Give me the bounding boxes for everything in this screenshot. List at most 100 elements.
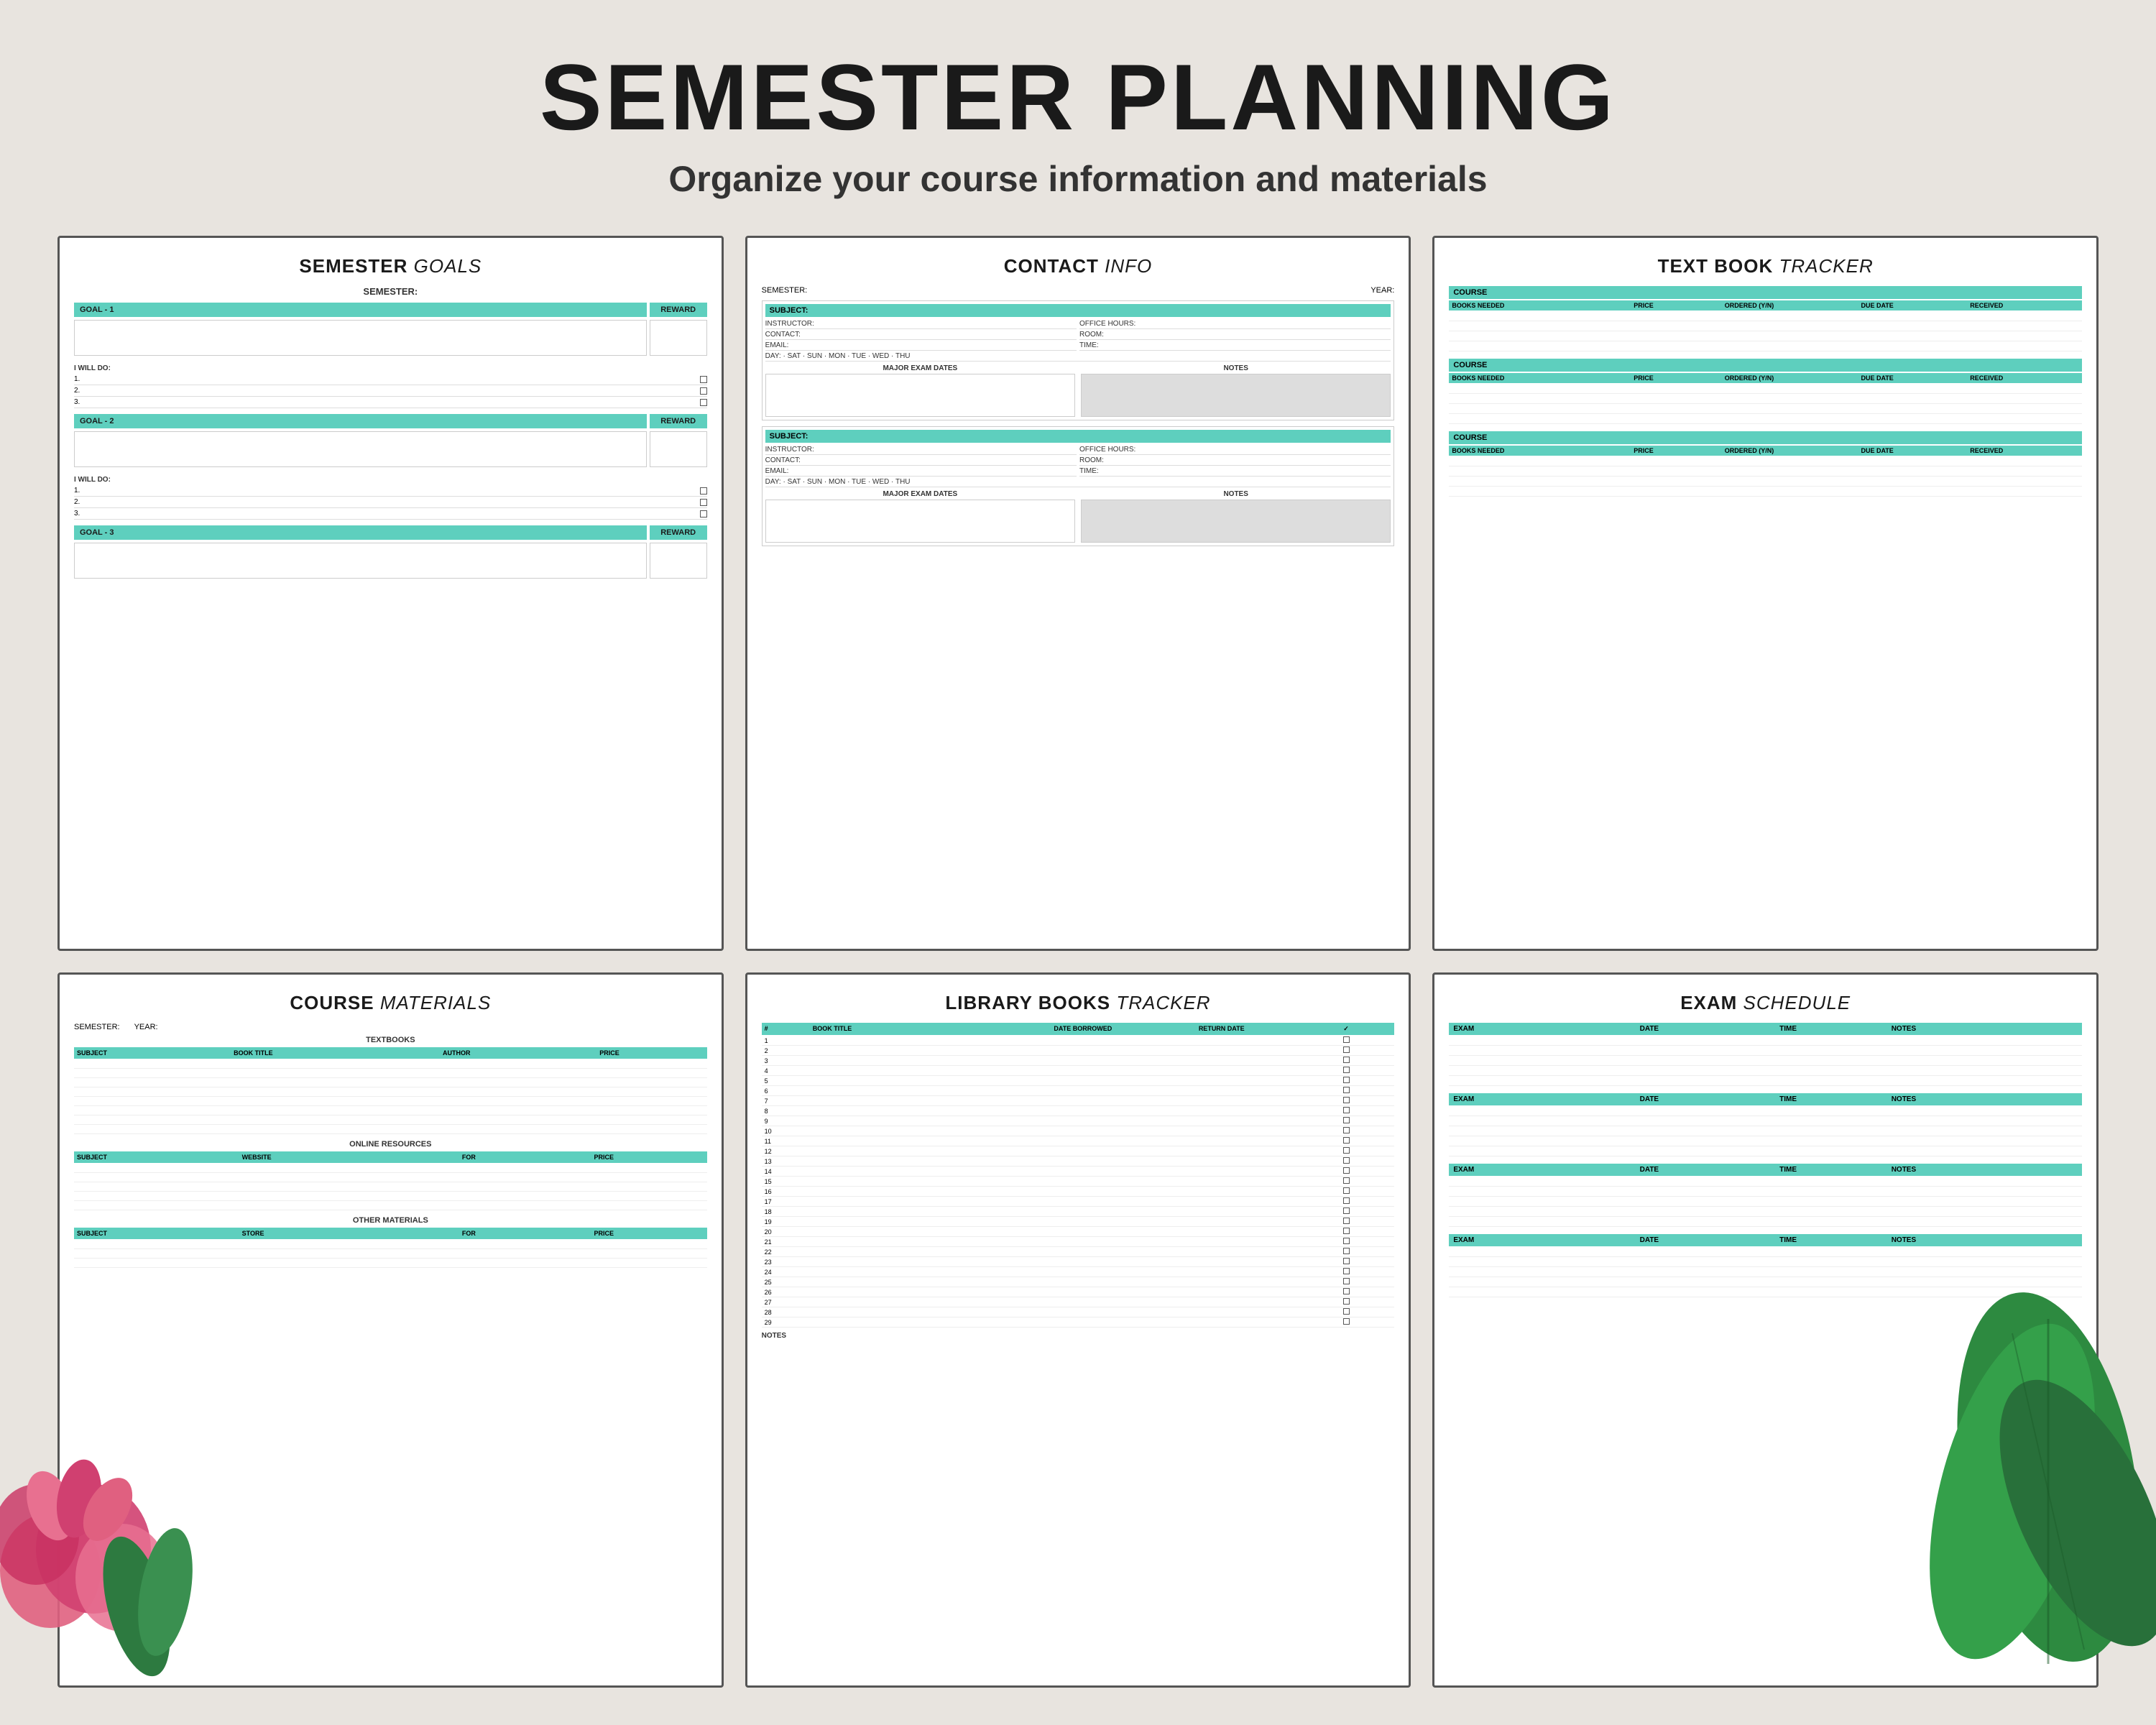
contact-block-2: SUBJECT: INSTRUCTOR: OFFICE HOURS: CONTA… — [762, 426, 1395, 546]
tracker-section-1: COURSE BOOKS NEEDEDPRICEORDERED (Y/N)DUE… — [1449, 286, 2082, 351]
office-hours-field: OFFICE HOURS: — [1079, 320, 1391, 329]
tracker-header-2: BOOKS NEEDEDPRICEORDERED (Y/N)DUE DATERE… — [1449, 373, 2082, 383]
library-row-22: 22 — [762, 1247, 1395, 1257]
textbook-row-8 — [74, 1125, 707, 1134]
contact-info-title: CONTACT INFO — [762, 255, 1395, 277]
tracker-header-1: BOOKS NEEDEDPRICEORDERED (Y/N)DUE DATERE… — [1449, 300, 2082, 310]
library-row-11: 11 — [762, 1136, 1395, 1146]
exam-row-3-4 — [1449, 1207, 2082, 1217]
goal-1-text[interactable] — [74, 320, 647, 356]
will-do-2-item-3: 3. — [74, 508, 707, 520]
library-row-15: 15 — [762, 1177, 1395, 1187]
exam-dates-box-1[interactable] — [765, 374, 1075, 417]
textbooks-section: TEXTBOOKS SUBJECTBOOK TITLEAUTHORPRICE — [74, 1036, 707, 1134]
textbook-row-2 — [74, 1069, 707, 1078]
time-field-2: TIME: — [1079, 467, 1391, 477]
online-header: SUBJECTWEBSITEFORPRICE — [74, 1151, 707, 1163]
goal-3-reward-box[interactable] — [650, 543, 707, 579]
notes-label: NOTES — [762, 1332, 1395, 1340]
library-row-10: 10 — [762, 1126, 1395, 1136]
goal-2-label: GOAL - 2 — [74, 414, 647, 428]
room-field-2: ROOM: — [1079, 456, 1391, 466]
day-field: DAY: · SAT · SUN · MON · TUE · WED · THU — [765, 352, 1391, 362]
contact-field-2: CONTACT: — [765, 456, 1077, 466]
library-row-4: 4 — [762, 1066, 1395, 1076]
exam-row-1-3 — [1449, 1056, 2082, 1066]
subject-header-2: SUBJECT: — [765, 430, 1391, 443]
tracker-row-2-3 — [1449, 404, 2082, 414]
contact-meta: SEMESTER: YEAR: — [762, 286, 1395, 295]
tracker-header-3: BOOKS NEEDEDPRICEORDERED (Y/N)DUE DATERE… — [1449, 446, 2082, 456]
tracker-row-1-1 — [1449, 311, 2082, 321]
library-row-7: 7 — [762, 1096, 1395, 1106]
textbook-tracker-page: TEXT BOOK TRACKER COURSE BOOKS NEEDEDPRI… — [1432, 236, 2099, 951]
exam-dates-box-2[interactable] — [765, 500, 1075, 543]
textbook-row-4 — [74, 1087, 707, 1097]
exam-row-3-5 — [1449, 1217, 2082, 1227]
email-field: EMAIL: — [765, 341, 1077, 351]
goal-3-text[interactable] — [74, 543, 647, 579]
goal-2-reward-box[interactable] — [650, 431, 707, 467]
exam-row-1-5 — [1449, 1076, 2082, 1086]
email-field-2: EMAIL: — [765, 467, 1077, 477]
library-row-26: 26 — [762, 1287, 1395, 1297]
online-resources-section: ONLINE RESOURCES SUBJECTWEBSITEFORPRICE — [74, 1140, 707, 1210]
cm-meta: SEMESTER: YEAR: — [74, 1023, 707, 1031]
tracker-row-3-1 — [1449, 456, 2082, 466]
will-do-2-item-2: 2. — [74, 497, 707, 508]
subject-header-1: SUBJECT: — [765, 304, 1391, 317]
course-label-2: COURSE — [1449, 359, 2082, 372]
library-row-13: 13 — [762, 1156, 1395, 1167]
library-row-28: 28 — [762, 1307, 1395, 1317]
exam-row-1-2 — [1449, 1046, 2082, 1056]
other-header: SUBJECTSTOREFORPRICE — [74, 1228, 707, 1239]
library-row-5: 5 — [762, 1076, 1395, 1086]
main-title: SEMESTER PLANNING — [0, 43, 2156, 151]
notes-box-2[interactable] — [1081, 500, 1391, 543]
exam-header-2: EXAMDATETIMENOTES — [1449, 1093, 2082, 1105]
textbook-tracker-title: TEXT BOOK TRACKER — [1449, 255, 2082, 277]
goal-1-row: GOAL - 1 REWARD — [74, 303, 707, 356]
library-header: #BOOK TITLEDATE BORROWEDRETURN DATE✓ — [762, 1023, 1395, 1035]
tracker-section-2: COURSE BOOKS NEEDEDPRICEORDERED (Y/N)DUE… — [1449, 359, 2082, 424]
exam-notes-2: MAJOR EXAM DATES NOTES — [765, 490, 1391, 543]
exam-row-2-4 — [1449, 1136, 2082, 1146]
library-row-3: 3 — [762, 1056, 1395, 1066]
exam-schedule-page: EXAM SCHEDULE EXAMDATETIMENOTES EXAMDATE… — [1432, 972, 2099, 1688]
exam-section-2: EXAMDATETIMENOTES — [1449, 1093, 2082, 1156]
online-resources-title: ONLINE RESOURCES — [74, 1140, 707, 1149]
library-row-9: 9 — [762, 1116, 1395, 1126]
course-materials-page: COURSE MATERIALS SEMESTER: YEAR: TEXTBOO… — [57, 972, 724, 1688]
online-row-4 — [74, 1192, 707, 1201]
library-row-20: 20 — [762, 1227, 1395, 1237]
online-row-5 — [74, 1201, 707, 1210]
day-field-2: DAY: · SAT · SUN · MON · TUE · WED · THU — [765, 478, 1391, 487]
library-row-27: 27 — [762, 1297, 1395, 1307]
instructor-field: INSTRUCTOR: — [765, 320, 1077, 329]
other-row-2 — [74, 1249, 707, 1259]
goal-1-reward-box[interactable] — [650, 320, 707, 356]
library-row-23: 23 — [762, 1257, 1395, 1267]
notes-box-1[interactable] — [1081, 374, 1391, 417]
library-row-1: 1 — [762, 1036, 1395, 1046]
contact-info-page: CONTACT INFO SEMESTER: YEAR: SUBJECT: IN… — [745, 236, 1411, 951]
other-row-1 — [74, 1240, 707, 1249]
will-do-2: I WILL DO: 1. 2. 3. — [74, 476, 707, 520]
will-do-1-item-1: 1. — [74, 374, 707, 385]
course-materials-title: COURSE MATERIALS — [74, 992, 707, 1014]
exam-row-1-4 — [1449, 1066, 2082, 1076]
library-row-6: 6 — [762, 1086, 1395, 1096]
will-do-1-item-2: 2. — [74, 385, 707, 397]
goal-2-text[interactable] — [74, 431, 647, 467]
library-row-29: 29 — [762, 1317, 1395, 1328]
will-do-2-item-1: 1. — [74, 485, 707, 497]
will-do-1: I WILL DO: 1. 2. 3. — [74, 364, 707, 408]
library-row-18: 18 — [762, 1207, 1395, 1217]
will-do-1-item-3: 3. — [74, 397, 707, 408]
textbook-row-6 — [74, 1106, 707, 1116]
tracker-row-1-2 — [1449, 321, 2082, 331]
textbook-row-5 — [74, 1097, 707, 1106]
exam-header-1: EXAMDATETIMENOTES — [1449, 1023, 2082, 1035]
tracker-row-2-1 — [1449, 384, 2082, 394]
exam-row-2-2 — [1449, 1116, 2082, 1126]
